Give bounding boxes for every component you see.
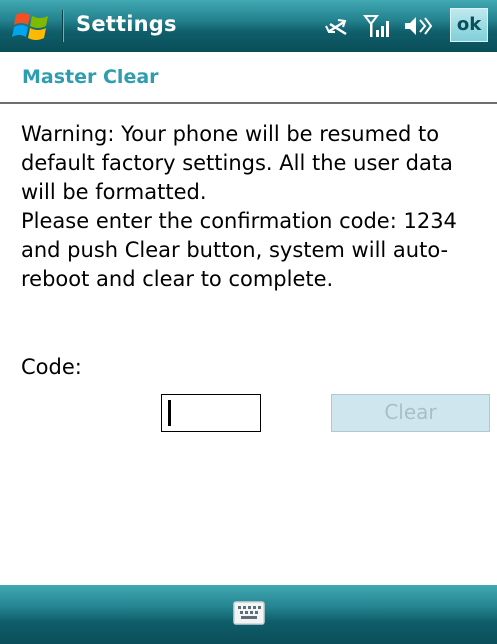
warning-line: reboot and clear to complete.	[21, 267, 334, 291]
code-input[interactable]	[161, 394, 261, 432]
app-title: Settings	[76, 12, 177, 36]
keyboard-icon[interactable]	[233, 601, 265, 625]
title-divider	[62, 10, 63, 42]
warning-line: Warning: Your phone will be resumed to	[21, 122, 440, 146]
connectivity-icon[interactable]	[322, 8, 352, 44]
ok-button[interactable]: ok	[450, 8, 488, 42]
warning-line: default factory settings. All the user d…	[21, 151, 453, 175]
bottom-bar	[0, 585, 497, 644]
volume-icon[interactable]	[402, 8, 434, 44]
windows-start-icon[interactable]	[12, 9, 52, 43]
warning-line: and push Clear button, system will auto-	[21, 238, 449, 262]
title-bar: Settings ok	[0, 0, 497, 52]
signal-icon[interactable]	[362, 8, 392, 44]
clear-button[interactable]: Clear	[331, 394, 490, 432]
warning-text: Warning: Your phone will be resumed to d…	[21, 120, 493, 294]
code-label: Code:	[21, 355, 82, 379]
warning-line: Please enter the confirmation code: 1234	[21, 209, 457, 233]
page-title: Master Clear	[22, 66, 159, 88]
text-caret	[168, 400, 171, 426]
page-header: Master Clear	[0, 52, 497, 104]
warning-line: will be formatted.	[21, 180, 207, 204]
